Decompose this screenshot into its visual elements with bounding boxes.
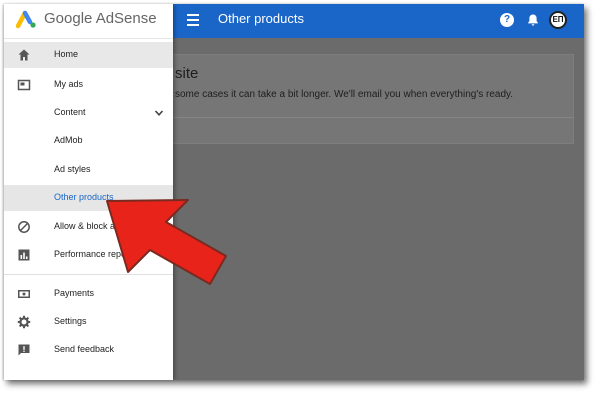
help-icon[interactable]: ? — [500, 13, 514, 27]
page-title: Other products — [218, 11, 304, 26]
sidebar-item-payments[interactable]: Payments — [4, 281, 173, 307]
ad-box-icon — [17, 79, 31, 91]
sidebar-item-label: My ads — [54, 79, 84, 89]
feedback-icon — [18, 344, 30, 356]
avatar[interactable]: ΕΠ — [549, 11, 567, 29]
sidebar-item-label: Performance reports — [54, 249, 137, 259]
block-icon — [18, 221, 30, 233]
sidebar-item-ad-styles[interactable]: Ad styles — [4, 157, 173, 183]
sidebar-item-other-products[interactable]: Other products — [4, 185, 173, 211]
drawer-divider — [4, 274, 173, 275]
sidebar-item-send-feedback[interactable]: Send feedback — [4, 337, 173, 363]
drawer-header: Google AdSense — [4, 4, 173, 39]
home-icon — [18, 49, 30, 61]
card-title: site — [175, 65, 199, 82]
sidebar-item-allow-block-ads[interactable]: Allow & block ads — [4, 214, 173, 240]
status-card: site some cases it can take a bit longer… — [154, 54, 574, 144]
adsense-logo-icon — [16, 10, 36, 29]
card-message: some cases it can take a bit longer. We'… — [175, 89, 514, 100]
sidebar-item-home[interactable]: Home — [4, 42, 173, 68]
payment-icon — [18, 290, 30, 298]
card-divider — [155, 117, 573, 118]
bar-chart-icon — [18, 249, 30, 261]
sidebar-item-admob[interactable]: AdMob — [4, 128, 173, 154]
bell-icon[interactable] — [526, 13, 540, 27]
sidebar-item-label: Ad styles — [54, 164, 91, 174]
sidebar-item-label: Settings — [54, 316, 87, 326]
brand-name: Google AdSense — [44, 10, 157, 27]
app-window: Other products ? ΕΠ site some cases it c… — [4, 4, 584, 380]
sidebar-item-label: AdMob — [54, 135, 83, 145]
menu-icon[interactable] — [187, 14, 199, 26]
sidebar-item-performance-reports[interactable]: Performance reports — [4, 242, 173, 268]
sidebar-item-label: Home — [54, 49, 79, 59]
navigation-drawer: Google AdSense Home My ads Content AdMob… — [4, 4, 173, 380]
sidebar-item-content[interactable]: Content — [4, 100, 173, 126]
sidebar-item-label: Allow & block ads — [54, 221, 125, 231]
sidebar-item-label: Payments — [54, 288, 95, 298]
gear-icon — [17, 315, 31, 329]
sidebar-item-label: Content — [54, 107, 86, 117]
sidebar-item-label: Other products — [54, 192, 114, 202]
chevron-down-icon[interactable] — [154, 108, 164, 118]
sidebar-item-my-ads[interactable]: My ads — [4, 72, 173, 98]
sidebar-item-label: Send feedback — [54, 344, 115, 354]
sidebar-item-settings[interactable]: Settings — [4, 309, 173, 335]
